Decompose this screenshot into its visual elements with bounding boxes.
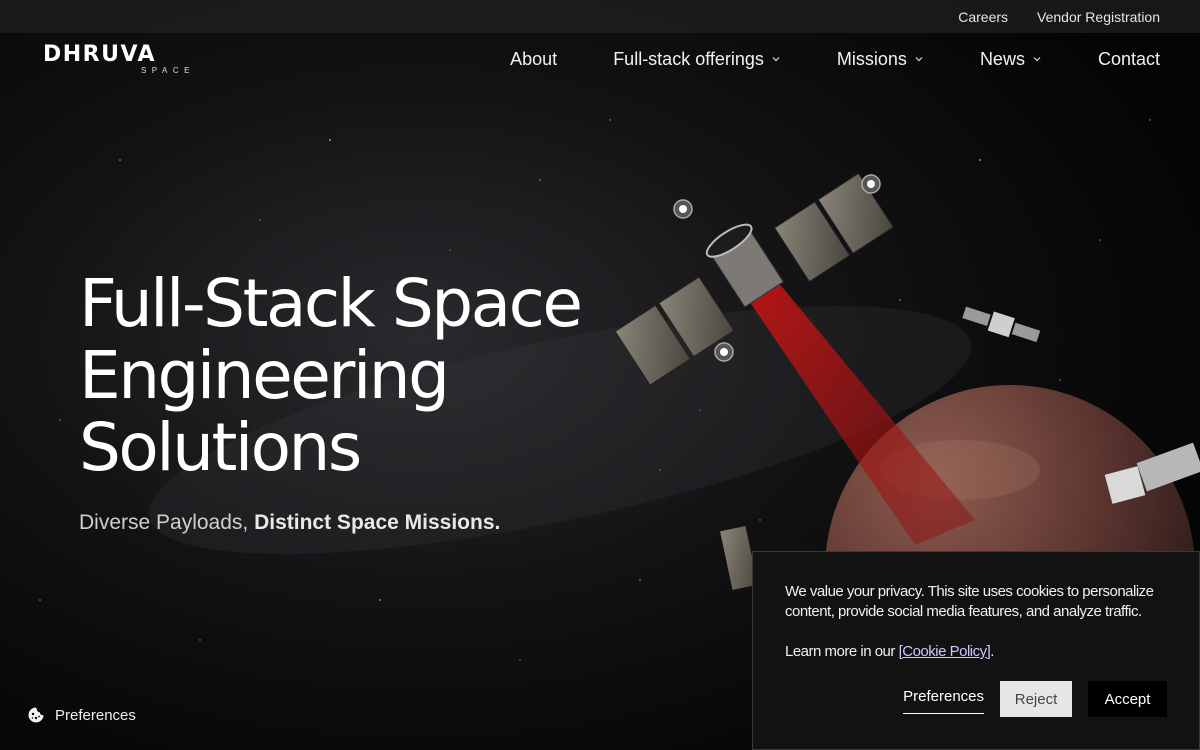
hero-subtitle-bold: Distinct Space Missions. (254, 511, 501, 534)
nav-news-label: News (979, 48, 1025, 69)
page: Careers Vendor Registration DHRUVA SPACE… (0, 0, 1200, 750)
chevron-down-icon (1033, 57, 1041, 62)
chevron-down-icon (915, 57, 923, 62)
brand-logo[interactable]: DHRUVA SPACE (43, 44, 197, 76)
hero-title-line-3: Solutions (79, 409, 362, 486)
cookie-consent-banner: We value your privacy. This site uses co… (752, 551, 1200, 750)
hero-subtitle-regular: Diverse Payloads, (79, 511, 249, 534)
cookie-learn-suffix: . (990, 643, 994, 660)
logo-subtext: SPACE (140, 66, 195, 75)
nav-missions-label: Missions (836, 48, 907, 69)
nav-contact-label: Contact (1097, 48, 1160, 69)
cookie-preferences-label: Preferences (55, 706, 136, 724)
hero-title: Full-Stack Space Engineering Solutions (79, 268, 639, 484)
accept-button[interactable]: Accept (1088, 681, 1167, 717)
nav-about-label: About (510, 48, 558, 69)
cookie-preferences-button[interactable]: Preferences (903, 684, 984, 714)
cookie-icon (28, 707, 44, 723)
careers-link[interactable]: Careers (958, 9, 1008, 25)
vendor-registration-link[interactable]: Vendor Registration (1037, 9, 1160, 25)
nav-contact[interactable]: Contact (1098, 49, 1160, 70)
chevron-down-icon (772, 57, 780, 62)
nav-full-stack-offerings[interactable]: Full-stack offerings (613, 49, 781, 70)
hero-title-line-1: Full-Stack Space (79, 265, 583, 342)
utility-bar: Careers Vendor Registration (0, 0, 1200, 33)
nav-about[interactable]: About (510, 49, 557, 70)
nav-news[interactable]: News (980, 49, 1042, 70)
cookie-message: We value your privacy. This site uses co… (785, 583, 1154, 620)
main-navigation: About Full-stack offerings Missions News… (510, 47, 1160, 71)
nav-full-stack-offerings-label: Full-stack offerings (613, 48, 764, 69)
hero-subtitle: Diverse Payloads, Distinct Space Mission… (79, 511, 500, 535)
logo-wordmark: DHRUVA (43, 42, 157, 67)
cookie-actions: Preferences Reject Accept (903, 681, 1167, 717)
cookie-learn-more: Learn more in our [Cookie Policy]. (785, 642, 1167, 662)
hero-title-line-2: Engineering (79, 337, 450, 414)
nav-missions[interactable]: Missions (837, 49, 924, 70)
cookie-preferences-toggle[interactable]: Preferences (27, 706, 136, 724)
cookie-learn-prefix: Learn more in our (785, 643, 895, 660)
cookie-policy-link[interactable]: [Cookie Policy] (899, 643, 991, 660)
reject-button[interactable]: Reject (1000, 681, 1072, 717)
